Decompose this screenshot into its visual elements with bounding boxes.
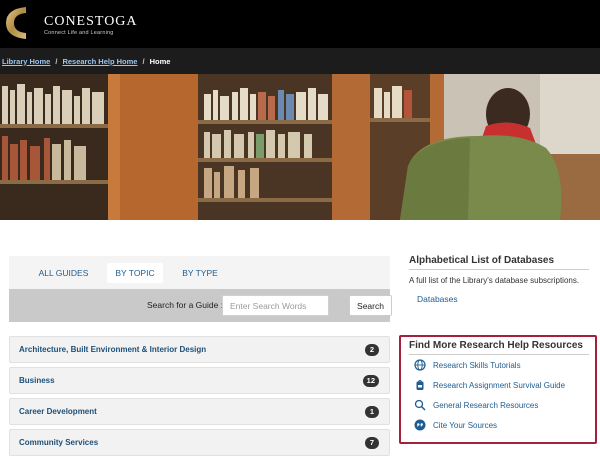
- topic-row[interactable]: Architecture, Built Environment & Interi…: [9, 336, 390, 363]
- breadcrumb-separator: /: [55, 56, 58, 66]
- topic-count-badge: 7: [365, 437, 379, 449]
- guide-search-button[interactable]: Search: [349, 295, 392, 316]
- topic-label: Architecture, Built Environment & Interi…: [19, 345, 207, 354]
- research-help-heading: Find More Research Help Resources: [409, 340, 583, 351]
- guide-tabs: ALL GUIDES BY TOPIC BY TYPE: [9, 256, 390, 289]
- breadcrumb-library-home[interactable]: Library Home: [2, 57, 50, 66]
- quote-bubble-icon: [414, 419, 426, 431]
- research-help-item[interactable]: Research Skills Tutorials: [414, 358, 521, 372]
- conestoga-logo-icon[interactable]: [2, 3, 34, 43]
- general-research-resources-link[interactable]: General Research Resources: [433, 401, 538, 410]
- databases-link[interactable]: Databases: [417, 294, 458, 304]
- az-databases-heading: Alphabetical List of Databases: [409, 255, 555, 266]
- research-help-item[interactable]: Research Assignment Survival Guide: [414, 378, 565, 392]
- tab-by-topic[interactable]: BY TOPIC: [107, 263, 163, 283]
- topic-count-badge: 2: [365, 344, 379, 356]
- topic-count-badge: 1: [365, 406, 379, 418]
- brand-name: CONESTOGA: [44, 14, 138, 29]
- hero-library-image: [0, 74, 600, 220]
- topic-label: Community Services: [19, 438, 99, 447]
- divider: [409, 269, 589, 270]
- tab-all-guides[interactable]: ALL GUIDES: [20, 263, 107, 283]
- topic-count-badge: 12: [362, 375, 379, 387]
- research-help-item[interactable]: General Research Resources: [414, 398, 538, 412]
- magnifier-icon: [414, 399, 426, 411]
- tab-by-type[interactable]: BY TYPE: [169, 263, 231, 283]
- research-skills-tutorials-link[interactable]: Research Skills Tutorials: [433, 361, 521, 370]
- guide-search-input[interactable]: [222, 295, 329, 316]
- breadcrumb: Library Home / Research Help Home / Home: [0, 48, 600, 74]
- research-help-item[interactable]: Cite Your Sources: [414, 418, 497, 432]
- breadcrumb-separator: /: [142, 56, 145, 66]
- backpack-icon: [416, 380, 424, 390]
- guide-search-bar: Search for a Guide : Search: [9, 289, 392, 322]
- site-header: CONESTOGA Connect Life and Learning: [0, 0, 600, 48]
- research-assignment-survival-guide-link[interactable]: Research Assignment Survival Guide: [433, 381, 565, 390]
- topic-row[interactable]: Career Development 1: [9, 398, 390, 425]
- cite-your-sources-link[interactable]: Cite Your Sources: [433, 421, 497, 430]
- topic-label: Business: [19, 376, 55, 385]
- divider: [409, 354, 589, 355]
- topic-row[interactable]: Business 12: [9, 367, 390, 394]
- brand-tagline: Connect Life and Learning: [44, 30, 114, 36]
- breadcrumb-research-help-home[interactable]: Research Help Home: [62, 57, 137, 66]
- guide-search-label: Search for a Guide :: [147, 300, 224, 310]
- guides-panel: ALL GUIDES BY TOPIC BY TYPE Search for a…: [9, 256, 392, 322]
- breadcrumb-current: Home: [149, 56, 171, 66]
- globe-icon: [414, 359, 426, 371]
- topic-row[interactable]: Community Services 7: [9, 429, 390, 456]
- az-databases-description: A full list of the Library's database su…: [409, 276, 580, 285]
- topic-label: Career Development: [19, 407, 97, 416]
